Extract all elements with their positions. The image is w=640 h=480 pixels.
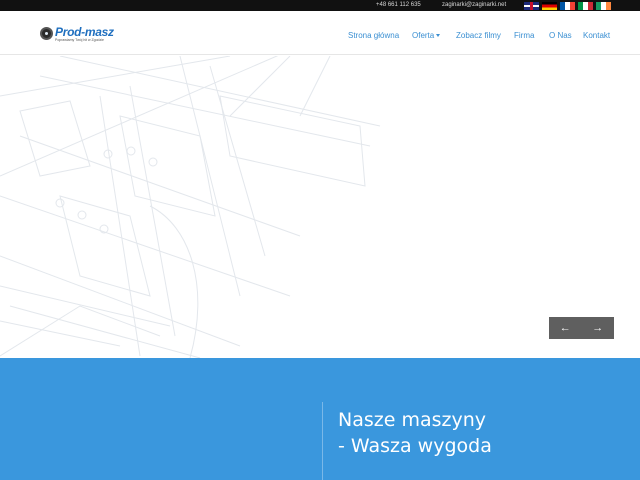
tagline-heading: Nasze maszyny - Wasza wygoda	[338, 407, 492, 459]
flag-de-icon[interactable]	[542, 2, 557, 10]
flag-it-icon[interactable]	[578, 2, 593, 10]
nav-item-offer[interactable]: Oferta	[412, 30, 441, 41]
top-bar: +48 661 112 635 zaginarki@zaginarki.net	[0, 0, 640, 11]
flag-fr-icon[interactable]	[560, 2, 575, 10]
hero-slider: ← →	[0, 56, 640, 358]
nav-item-videos[interactable]: Zobacz filmy	[456, 30, 501, 41]
arrow-left-icon[interactable]: ←	[549, 317, 582, 339]
tagline-band	[0, 358, 640, 480]
site-header: Prod-masz Poprawiamy Twój hit w Zgodzie …	[0, 11, 640, 55]
arrow-right-icon[interactable]: →	[582, 317, 615, 339]
nav-item-company[interactable]: Firma	[514, 30, 534, 41]
caret-down-icon	[436, 34, 441, 37]
band-divider	[322, 402, 323, 480]
tagline-line-2: - Wasza wygoda	[338, 435, 492, 457]
nav-item-home[interactable]: Strona główna	[348, 30, 399, 41]
flag-ie-icon[interactable]	[596, 2, 611, 10]
blueprint-background-image	[0, 56, 381, 358]
main-nav: Strona główna Oferta Zobacz filmy Firma …	[0, 30, 640, 42]
email-link[interactable]: zaginarki@zaginarki.net	[442, 2, 506, 8]
flag-uk-icon[interactable]	[524, 2, 539, 10]
nav-item-about[interactable]: O Nas	[549, 30, 572, 41]
tagline-line-1: Nasze maszyny	[338, 409, 487, 431]
phone-number[interactable]: +48 661 112 635	[376, 2, 421, 8]
nav-item-offer-label: Oferta	[412, 31, 435, 40]
slider-controls: ← →	[549, 317, 614, 339]
nav-item-contact[interactable]: Kontakt	[583, 30, 610, 41]
language-switcher	[524, 2, 611, 10]
